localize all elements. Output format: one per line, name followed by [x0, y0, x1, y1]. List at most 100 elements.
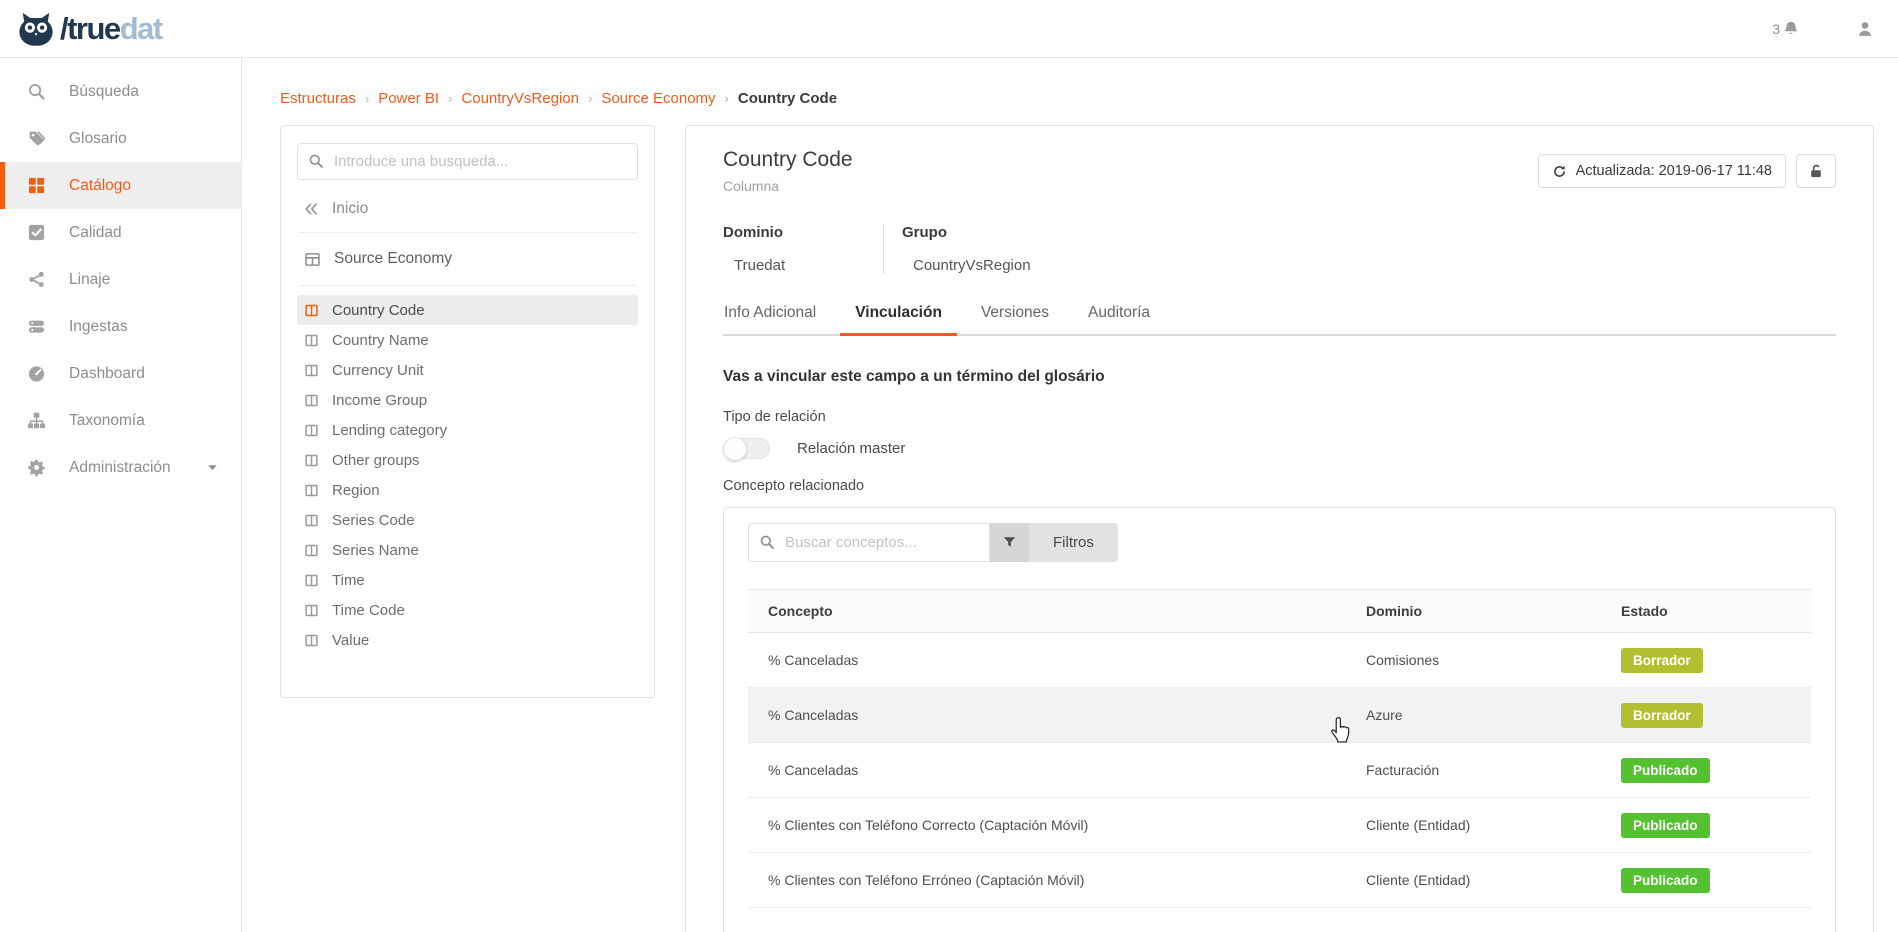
sidebar-item[interactable]: Ingestas	[0, 303, 241, 350]
page-title: Country Code	[723, 148, 853, 172]
breadcrumb-link[interactable]: Estructuras	[280, 90, 356, 107]
tree-item[interactable]: Lending category	[297, 415, 638, 445]
metadata-fields: Dominio Truedat Grupo CountryVsRegion	[723, 224, 1836, 274]
tree-item[interactable]: Currency Unit	[297, 355, 638, 385]
concept-cell: % Canceladas	[748, 652, 1366, 668]
metadata-field: Grupo CountryVsRegion	[883, 224, 1103, 274]
tree-item-label: Series Code	[332, 512, 415, 529]
breadcrumb-separator: ›	[588, 91, 592, 106]
relation-type-label: Tipo de relación	[723, 409, 1836, 425]
tab[interactable]: Vinculación	[854, 304, 943, 334]
breadcrumb-link[interactable]: Power BI	[378, 90, 439, 107]
tree-back-label: Inicio	[332, 200, 368, 218]
tree-item[interactable]: Time	[297, 565, 638, 595]
divider	[299, 285, 636, 286]
status-badge: Borrador	[1621, 648, 1703, 673]
column-icon	[304, 453, 319, 468]
tree-item-label: Series Name	[332, 542, 419, 559]
tree-item[interactable]: Country Name	[297, 325, 638, 355]
toggle-knob	[723, 437, 747, 461]
share-icon	[27, 270, 46, 289]
tree-item[interactable]: Country Code	[297, 295, 638, 325]
related-concept-label: Concepto relacionado	[723, 478, 1836, 494]
sidebar-item-label: Dashboard	[69, 365, 145, 383]
tree-item[interactable]: Value	[297, 625, 638, 655]
tree-parent-node[interactable]: Source Economy	[297, 233, 638, 285]
table-row[interactable]: % Clientes con Teléfono Erróneo (Captaci…	[748, 853, 1811, 908]
gauge-icon	[27, 364, 46, 383]
tree-item[interactable]: Series Name	[297, 535, 638, 565]
server-icon	[27, 317, 46, 336]
filters-label: Filtros	[1053, 534, 1094, 551]
domain-cell: Facturación	[1366, 762, 1621, 778]
updated-label: Actualizada: 2019-06-17 11:48	[1576, 163, 1772, 179]
table-row[interactable]: % Clientes con Teléfono Correcto (Captac…	[748, 798, 1811, 853]
tree-item-label: Currency Unit	[332, 362, 424, 379]
sidebar-item[interactable]: Calidad	[0, 209, 241, 256]
sidebar-item[interactable]: Glosario	[0, 115, 241, 162]
domain-cell: Comisiones	[1366, 652, 1621, 668]
sidebar-item[interactable]: Administración	[0, 444, 241, 491]
sidebar-item[interactable]: Catálogo	[0, 162, 241, 209]
related-concepts-panel: Filtros Concepto Dominio Estado % Cancel…	[723, 507, 1836, 932]
table-row[interactable]: % Canceladas Azure Borrador	[748, 688, 1811, 743]
unlock-icon	[1808, 163, 1824, 179]
tree-item[interactable]: Income Group	[297, 385, 638, 415]
tab-label: Auditoría	[1088, 304, 1150, 321]
table-row[interactable]: % Canceladas Facturación Publicado	[748, 743, 1811, 798]
sidebar-item-label: Calidad	[69, 224, 122, 242]
notifications-button[interactable]: 3	[1772, 20, 1800, 38]
tree-back-home[interactable]: Inicio	[297, 186, 638, 232]
unlock-button[interactable]	[1796, 154, 1836, 188]
link-section-heading: Vas a vincular este campo a un término d…	[723, 368, 1836, 386]
master-toggle-label: Relación master	[797, 440, 905, 457]
bell-icon	[1782, 20, 1800, 38]
breadcrumb-separator: ›	[448, 91, 452, 106]
sidebar-item[interactable]: Linaje	[0, 256, 241, 303]
detail-tabs: Info Adicional Vinculación Versiones Aud…	[723, 304, 1836, 336]
concept-search-input[interactable]	[748, 523, 990, 562]
sidebar-item[interactable]: Búsqueda	[0, 68, 241, 115]
search-icon	[759, 534, 775, 550]
detail-panel: Country Code Columna Actualizada: 2019-0…	[685, 125, 1874, 932]
breadcrumb: Estructuras › Power BI › CountryVsRegion…	[280, 90, 1874, 107]
tab[interactable]: Info Adicional	[723, 304, 817, 334]
tree-item[interactable]: Time Code	[297, 595, 638, 625]
tree-item[interactable]: Other groups	[297, 445, 638, 475]
tree-item-label: Country Name	[332, 332, 429, 349]
breadcrumb-separator: ›	[365, 91, 369, 106]
filters-button[interactable]: Filtros	[1029, 523, 1118, 562]
column-icon	[304, 483, 319, 498]
tab[interactable]: Auditoría	[1087, 304, 1151, 334]
tab[interactable]: Versiones	[980, 304, 1050, 334]
breadcrumb-link[interactable]: CountryVsRegion	[461, 90, 579, 107]
table-header-row: Concepto Dominio Estado	[748, 589, 1811, 633]
status-badge: Borrador	[1621, 703, 1703, 728]
content-area: Estructuras › Power BI › CountryVsRegion…	[242, 58, 1898, 932]
status-badge: Publicado	[1621, 758, 1710, 783]
domain-cell: Cliente (Entidad)	[1366, 817, 1621, 833]
sidebar-item-label: Taxonomía	[69, 412, 145, 430]
sidebar-item[interactable]: Dashboard	[0, 350, 241, 397]
master-relation-toggle[interactable]	[723, 438, 770, 459]
tree-item[interactable]: Region	[297, 475, 638, 505]
refresh-updated-button[interactable]: Actualizada: 2019-06-17 11:48	[1538, 154, 1786, 188]
tree-item[interactable]: Series Code	[297, 505, 638, 535]
tree-item-label: Lending category	[332, 422, 447, 439]
table-row[interactable]: % Canceladas Comisiones Borrador	[748, 633, 1811, 688]
main-sidebar: Búsqueda Glosario Catálogo Calidad	[0, 58, 242, 932]
notification-count: 3	[1772, 21, 1780, 37]
sidebar-item-label: Ingestas	[69, 318, 128, 336]
brand-logo[interactable]: /truedat	[16, 10, 162, 48]
sitemap-icon	[27, 411, 46, 430]
tree-search-input[interactable]	[297, 143, 638, 180]
sidebar-item[interactable]: Taxonomía	[0, 397, 241, 444]
metadata-field: Dominio Truedat	[723, 224, 883, 274]
breadcrumb-link[interactable]: Source Economy	[601, 90, 715, 107]
filter-funnel-button[interactable]	[990, 523, 1029, 562]
field-label: Dominio	[723, 224, 883, 241]
concept-cell: % Canceladas	[748, 707, 1366, 723]
user-icon[interactable]	[1856, 20, 1874, 38]
page-subtitle: Columna	[723, 178, 853, 194]
column-icon	[304, 603, 319, 618]
